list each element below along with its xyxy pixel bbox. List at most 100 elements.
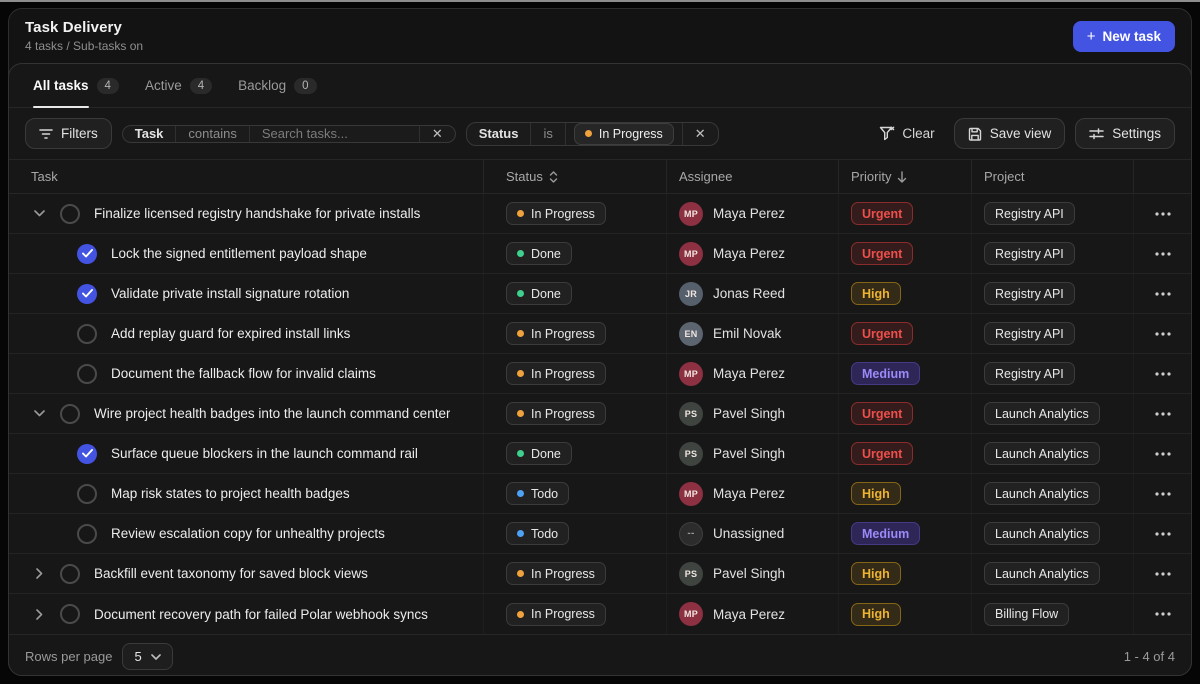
- assignee-cell[interactable]: MP Maya Perez: [667, 594, 839, 634]
- table-row[interactable]: Map risk states to project health badges…: [9, 474, 1191, 514]
- row-menu-button[interactable]: [1154, 211, 1171, 216]
- table-row[interactable]: Surface queue blockers in the launch com…: [9, 434, 1191, 474]
- priority-badge[interactable]: Urgent: [851, 402, 914, 425]
- status-badge[interactable]: Done: [506, 242, 572, 265]
- priority-badge[interactable]: Urgent: [851, 322, 914, 345]
- table-row[interactable]: Backfill event taxonomy for saved block …: [9, 554, 1191, 594]
- task-checkbox-unchecked[interactable]: [60, 563, 80, 584]
- priority-badge[interactable]: High: [851, 482, 901, 505]
- project-badge[interactable]: Registry API: [984, 362, 1075, 385]
- task-checkbox-checked[interactable]: [77, 243, 97, 264]
- chevron-right-icon[interactable]: [31, 606, 47, 622]
- priority-badge[interactable]: Urgent: [851, 442, 914, 465]
- table-row[interactable]: Finalize licensed registry handshake for…: [9, 194, 1191, 234]
- status-badge[interactable]: In Progress: [506, 402, 606, 425]
- chevron-right-icon[interactable]: [31, 566, 47, 582]
- search-tasks-input[interactable]: Search tasks...: [248, 125, 419, 142]
- table-row[interactable]: Document the fallback flow for invalid c…: [9, 354, 1191, 394]
- status-badge[interactable]: Done: [506, 282, 572, 305]
- assignee-cell[interactable]: -- Unassigned: [667, 514, 839, 553]
- priority-badge[interactable]: High: [851, 602, 901, 626]
- row-menu-button[interactable]: [1154, 411, 1171, 416]
- row-menu-button[interactable]: [1154, 612, 1171, 616]
- status-badge[interactable]: In Progress: [506, 322, 606, 345]
- status-badge[interactable]: Todo: [506, 482, 570, 505]
- column-header-priority[interactable]: Priority: [839, 160, 972, 193]
- priority-badge[interactable]: High: [851, 282, 901, 305]
- project-badge[interactable]: Launch Analytics: [984, 402, 1100, 425]
- status-filter-close-icon[interactable]: ✕: [681, 122, 718, 145]
- table-row[interactable]: Add replay guard for expired install lin…: [9, 314, 1191, 354]
- task-checkbox-checked[interactable]: [77, 443, 97, 464]
- chevron-down-icon[interactable]: [31, 206, 47, 222]
- status-badge[interactable]: In Progress: [506, 362, 606, 385]
- tab-backlog[interactable]: Backlog 0: [238, 64, 317, 107]
- clear-filters-button[interactable]: Clear: [870, 119, 943, 148]
- row-menu-button[interactable]: [1154, 571, 1171, 576]
- task-checkbox-unchecked[interactable]: [77, 323, 97, 344]
- column-header-status[interactable]: Status: [484, 160, 667, 193]
- task-checkbox-unchecked[interactable]: [60, 604, 80, 624]
- task-checkbox-unchecked[interactable]: [77, 363, 97, 384]
- status-badge[interactable]: In Progress: [506, 202, 606, 225]
- assignee-cell[interactable]: PS Pavel Singh: [667, 394, 839, 433]
- assignee-cell[interactable]: PS Pavel Singh: [667, 554, 839, 593]
- row-menu-button[interactable]: [1154, 291, 1171, 296]
- row-menu-button[interactable]: [1154, 491, 1171, 496]
- task-filter-operator[interactable]: contains: [175, 125, 248, 142]
- status-filter-value[interactable]: In Progress: [564, 122, 682, 145]
- task-checkbox-unchecked[interactable]: [60, 203, 80, 224]
- project-badge[interactable]: Launch Analytics: [984, 482, 1100, 505]
- task-checkbox-checked[interactable]: [77, 283, 97, 304]
- table-row[interactable]: Lock the signed entitlement payload shap…: [9, 234, 1191, 274]
- assignee-cell[interactable]: MP Maya Perez: [667, 194, 839, 233]
- save-view-button[interactable]: Save view: [953, 118, 1066, 149]
- rows-per-page-select[interactable]: 5: [122, 643, 173, 670]
- status-badge[interactable]: In Progress: [506, 602, 606, 626]
- settings-button[interactable]: Settings: [1075, 118, 1175, 149]
- table-row[interactable]: Validate private install signature rotat…: [9, 274, 1191, 314]
- tab-active[interactable]: Active 4: [145, 64, 213, 107]
- row-menu-button[interactable]: [1154, 371, 1171, 376]
- project-badge[interactable]: Registry API: [984, 202, 1075, 225]
- assignee-cell[interactable]: PS Pavel Singh: [667, 434, 839, 473]
- assignee-cell[interactable]: EN Emil Novak: [667, 314, 839, 353]
- project-badge[interactable]: Launch Analytics: [984, 522, 1100, 545]
- column-header-task[interactable]: Task: [9, 160, 484, 193]
- assignee-cell[interactable]: MP Maya Perez: [667, 354, 839, 393]
- status-filter-operator[interactable]: is: [530, 122, 564, 145]
- tab-all-tasks[interactable]: All tasks 4: [33, 64, 119, 108]
- row-menu-button[interactable]: [1154, 331, 1171, 336]
- priority-badge[interactable]: Medium: [851, 522, 921, 545]
- priority-badge[interactable]: High: [851, 562, 901, 585]
- priority-badge[interactable]: Urgent: [851, 242, 914, 265]
- task-filter-close-icon[interactable]: ✕: [418, 125, 455, 142]
- priority-badge[interactable]: Urgent: [851, 202, 914, 225]
- new-task-button[interactable]: + New task: [1072, 20, 1175, 52]
- task-checkbox-unchecked[interactable]: [77, 483, 97, 504]
- project-badge[interactable]: Launch Analytics: [984, 442, 1100, 465]
- task-filter-field[interactable]: Task: [123, 126, 176, 142]
- table-row[interactable]: Document recovery path for failed Polar …: [9, 594, 1191, 634]
- project-badge[interactable]: Registry API: [984, 242, 1075, 265]
- column-header-assignee[interactable]: Assignee: [667, 160, 839, 193]
- status-badge[interactable]: Todo: [506, 522, 570, 545]
- project-badge[interactable]: Registry API: [984, 282, 1075, 305]
- task-checkbox-unchecked[interactable]: [77, 523, 97, 544]
- assignee-cell[interactable]: MP Maya Perez: [667, 474, 839, 513]
- status-filter-field[interactable]: Status: [467, 123, 531, 145]
- row-menu-button[interactable]: [1154, 531, 1171, 536]
- status-badge[interactable]: In Progress: [506, 562, 606, 585]
- project-badge[interactable]: Launch Analytics: [984, 562, 1100, 585]
- status-badge[interactable]: Done: [506, 442, 572, 465]
- assignee-cell[interactable]: JR Jonas Reed: [667, 274, 839, 313]
- project-badge[interactable]: Registry API: [984, 322, 1075, 345]
- priority-badge[interactable]: Medium: [851, 362, 921, 385]
- row-menu-button[interactable]: [1154, 451, 1171, 456]
- row-menu-button[interactable]: [1154, 251, 1171, 256]
- table-row[interactable]: Wire project health badges into the laun…: [9, 394, 1191, 434]
- task-checkbox-unchecked[interactable]: [60, 403, 80, 424]
- assignee-cell[interactable]: MP Maya Perez: [667, 234, 839, 273]
- column-header-project[interactable]: Project: [972, 160, 1134, 193]
- chevron-down-icon[interactable]: [31, 406, 47, 422]
